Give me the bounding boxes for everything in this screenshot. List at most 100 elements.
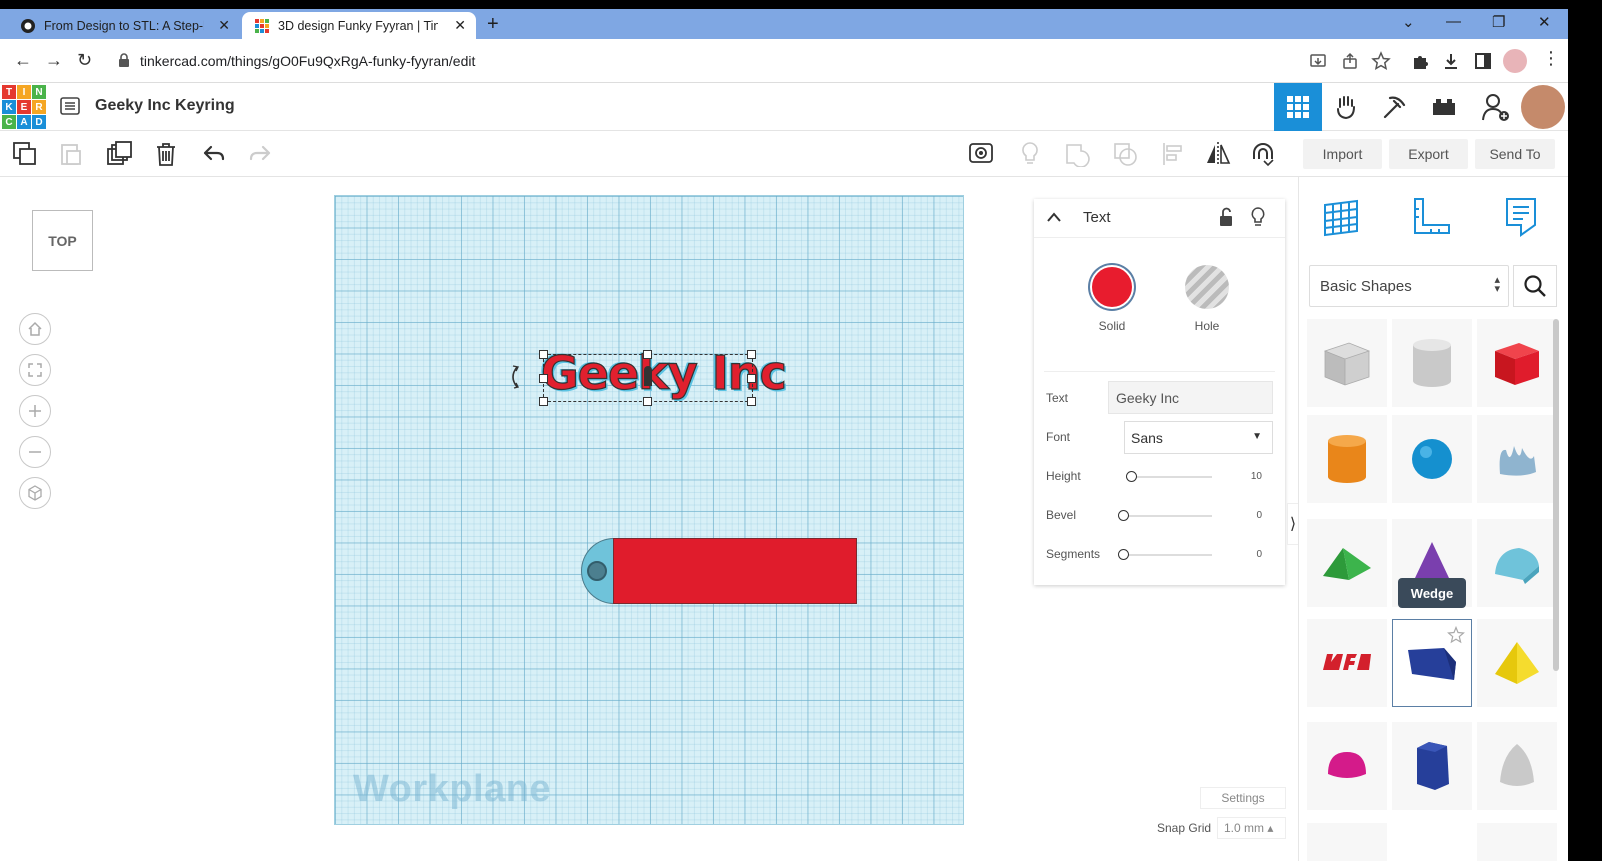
send-to-button[interactable]: Send To — [1475, 139, 1555, 169]
invite-user-button[interactable] — [1472, 83, 1520, 131]
zoom-in-button[interactable] — [19, 395, 51, 427]
text-value-input[interactable]: Geeky Inc — [1108, 381, 1273, 414]
unlock-icon[interactable] — [1218, 207, 1234, 227]
height-slider[interactable] — [1126, 476, 1212, 478]
group-icon[interactable] — [1064, 141, 1090, 167]
half-sphere-shape[interactable] — [1307, 722, 1387, 810]
resize-handle[interactable] — [747, 374, 756, 383]
notes-tool-icon[interactable] — [1499, 195, 1543, 239]
design-list-icon[interactable] — [60, 97, 80, 115]
scribble-shape[interactable] — [1477, 415, 1557, 503]
paraboloid-shape[interactable] — [1477, 722, 1557, 810]
snap-grid-dropdown[interactable]: 1.0 mm ▴ — [1217, 817, 1286, 839]
shapes-scrollbar[interactable] — [1553, 319, 1559, 671]
import-button[interactable]: Import — [1303, 139, 1382, 169]
text-shape[interactable] — [1307, 619, 1387, 707]
blocks-button[interactable] — [1322, 83, 1370, 131]
bevel-slider-knob[interactable] — [1118, 510, 1129, 521]
cylinder-hole-shape[interactable] — [1392, 319, 1472, 407]
resize-handle[interactable] — [539, 397, 548, 406]
resize-handle[interactable] — [539, 374, 548, 383]
box-hole-shape[interactable] — [1307, 319, 1387, 407]
chevron-up-icon[interactable] — [1046, 211, 1062, 223]
back-icon[interactable]: ← — [14, 50, 32, 71]
browser-tab-1[interactable]: From Design to STL: A Step-by-S ✕ — [8, 12, 240, 39]
share-icon[interactable] — [1340, 51, 1360, 71]
undo-icon[interactable] — [201, 141, 227, 167]
profile-avatar[interactable] — [1503, 49, 1527, 73]
polygon-shape[interactable] — [1392, 722, 1472, 810]
mirror-icon[interactable] — [1205, 141, 1231, 167]
height-slider-knob[interactable] — [1126, 471, 1137, 482]
height-handle[interactable] — [644, 366, 652, 386]
export-button[interactable]: Export — [1389, 139, 1468, 169]
cruise-magnet-icon[interactable] — [1250, 141, 1276, 167]
bookmark-star-icon[interactable] — [1371, 51, 1391, 71]
cylinder-shape[interactable] — [1307, 415, 1387, 503]
install-app-icon[interactable] — [1308, 51, 1328, 71]
url-input[interactable]: tinkercad.com/things/gO0Fu9QxRgA-funky-f… — [140, 53, 475, 69]
align-icon[interactable] — [1160, 141, 1186, 167]
new-tab-button[interactable]: + — [487, 13, 499, 36]
copy-icon[interactable] — [12, 141, 38, 167]
solid-color-swatch[interactable] — [1090, 265, 1134, 309]
shape-category-select[interactable]: Basic Shapes ▴ ▾ — [1309, 265, 1509, 307]
extensions-icon[interactable] — [1410, 51, 1430, 71]
side-panel-icon[interactable] — [1473, 51, 1493, 71]
delete-icon[interactable] — [153, 141, 179, 167]
perspective-button[interactable] — [19, 477, 51, 509]
light-bulb-icon[interactable] — [1017, 141, 1043, 167]
segments-slider-knob[interactable] — [1118, 549, 1129, 560]
settings-button[interactable]: Settings — [1200, 787, 1286, 809]
workplane-tool-icon[interactable] — [1319, 195, 1363, 239]
bevel-value[interactable]: 0 — [1240, 510, 1262, 521]
reload-icon[interactable]: ↻ — [77, 50, 92, 71]
zoom-out-button[interactable] — [19, 436, 51, 468]
favorite-star-icon[interactable] — [1447, 626, 1465, 644]
rotate-handle-icon[interactable] — [507, 364, 523, 390]
workplane[interactable]: Workplane Geeky Inc — [334, 195, 964, 825]
sphere-shape[interactable] — [1392, 415, 1472, 503]
tinkercad-logo[interactable]: T I N K E R C A D — [2, 85, 46, 129]
resize-handle[interactable] — [643, 350, 652, 359]
menu-kebab-icon[interactable]: ⋮ — [1542, 48, 1560, 69]
ruler-tool-icon[interactable] — [1409, 195, 1453, 239]
font-dropdown[interactable]: Sans ▼ — [1124, 421, 1273, 454]
view-cube[interactable]: TOP — [32, 210, 93, 271]
shape-cell-partial[interactable] — [1477, 823, 1557, 861]
notes-icon[interactable] — [968, 141, 994, 167]
minimize-icon[interactable]: — — [1446, 13, 1461, 30]
shape-cell-partial[interactable] — [1307, 823, 1387, 861]
duplicate-icon[interactable] — [106, 141, 132, 167]
bevel-slider[interactable] — [1126, 515, 1212, 517]
tab-search-icon[interactable]: ⌄ — [1402, 13, 1415, 31]
hole-swatch[interactable] — [1185, 265, 1229, 309]
redo-icon[interactable] — [247, 141, 273, 167]
roof-shape[interactable] — [1307, 519, 1387, 607]
round-roof-shape[interactable] — [1477, 519, 1557, 607]
search-shapes-button[interactable] — [1513, 265, 1557, 307]
close-tab-icon[interactable]: ✕ — [454, 17, 466, 34]
resize-handle[interactable] — [747, 397, 756, 406]
bricks-button[interactable] — [1370, 83, 1418, 131]
resize-handle[interactable] — [747, 350, 756, 359]
close-window-icon[interactable]: ✕ — [1538, 13, 1551, 31]
segments-slider[interactable] — [1126, 554, 1212, 556]
wedge-shape[interactable] — [1392, 619, 1472, 707]
browser-tab-2[interactable]: 3D design Funky Fyyran | Tinkerc ✕ — [242, 12, 476, 39]
lego-button[interactable] — [1420, 83, 1468, 131]
home-view-button[interactable] — [19, 313, 51, 345]
pyramid-shape[interactable] — [1477, 619, 1557, 707]
download-icon[interactable] — [1441, 51, 1461, 71]
height-value[interactable]: 10 — [1240, 471, 1262, 482]
design-title[interactable]: Geeky Inc Keyring — [95, 97, 235, 115]
segments-value[interactable]: 0 — [1240, 549, 1262, 560]
resize-handle[interactable] — [643, 397, 652, 406]
keyring-hole[interactable] — [587, 561, 607, 581]
3d-view-button[interactable] — [1274, 83, 1322, 131]
paste-icon[interactable] — [58, 141, 84, 167]
forward-icon[interactable]: → — [45, 50, 63, 71]
restore-icon[interactable]: ❐ — [1492, 13, 1505, 31]
box-shape[interactable] — [1477, 319, 1557, 407]
user-avatar[interactable] — [1521, 85, 1565, 129]
